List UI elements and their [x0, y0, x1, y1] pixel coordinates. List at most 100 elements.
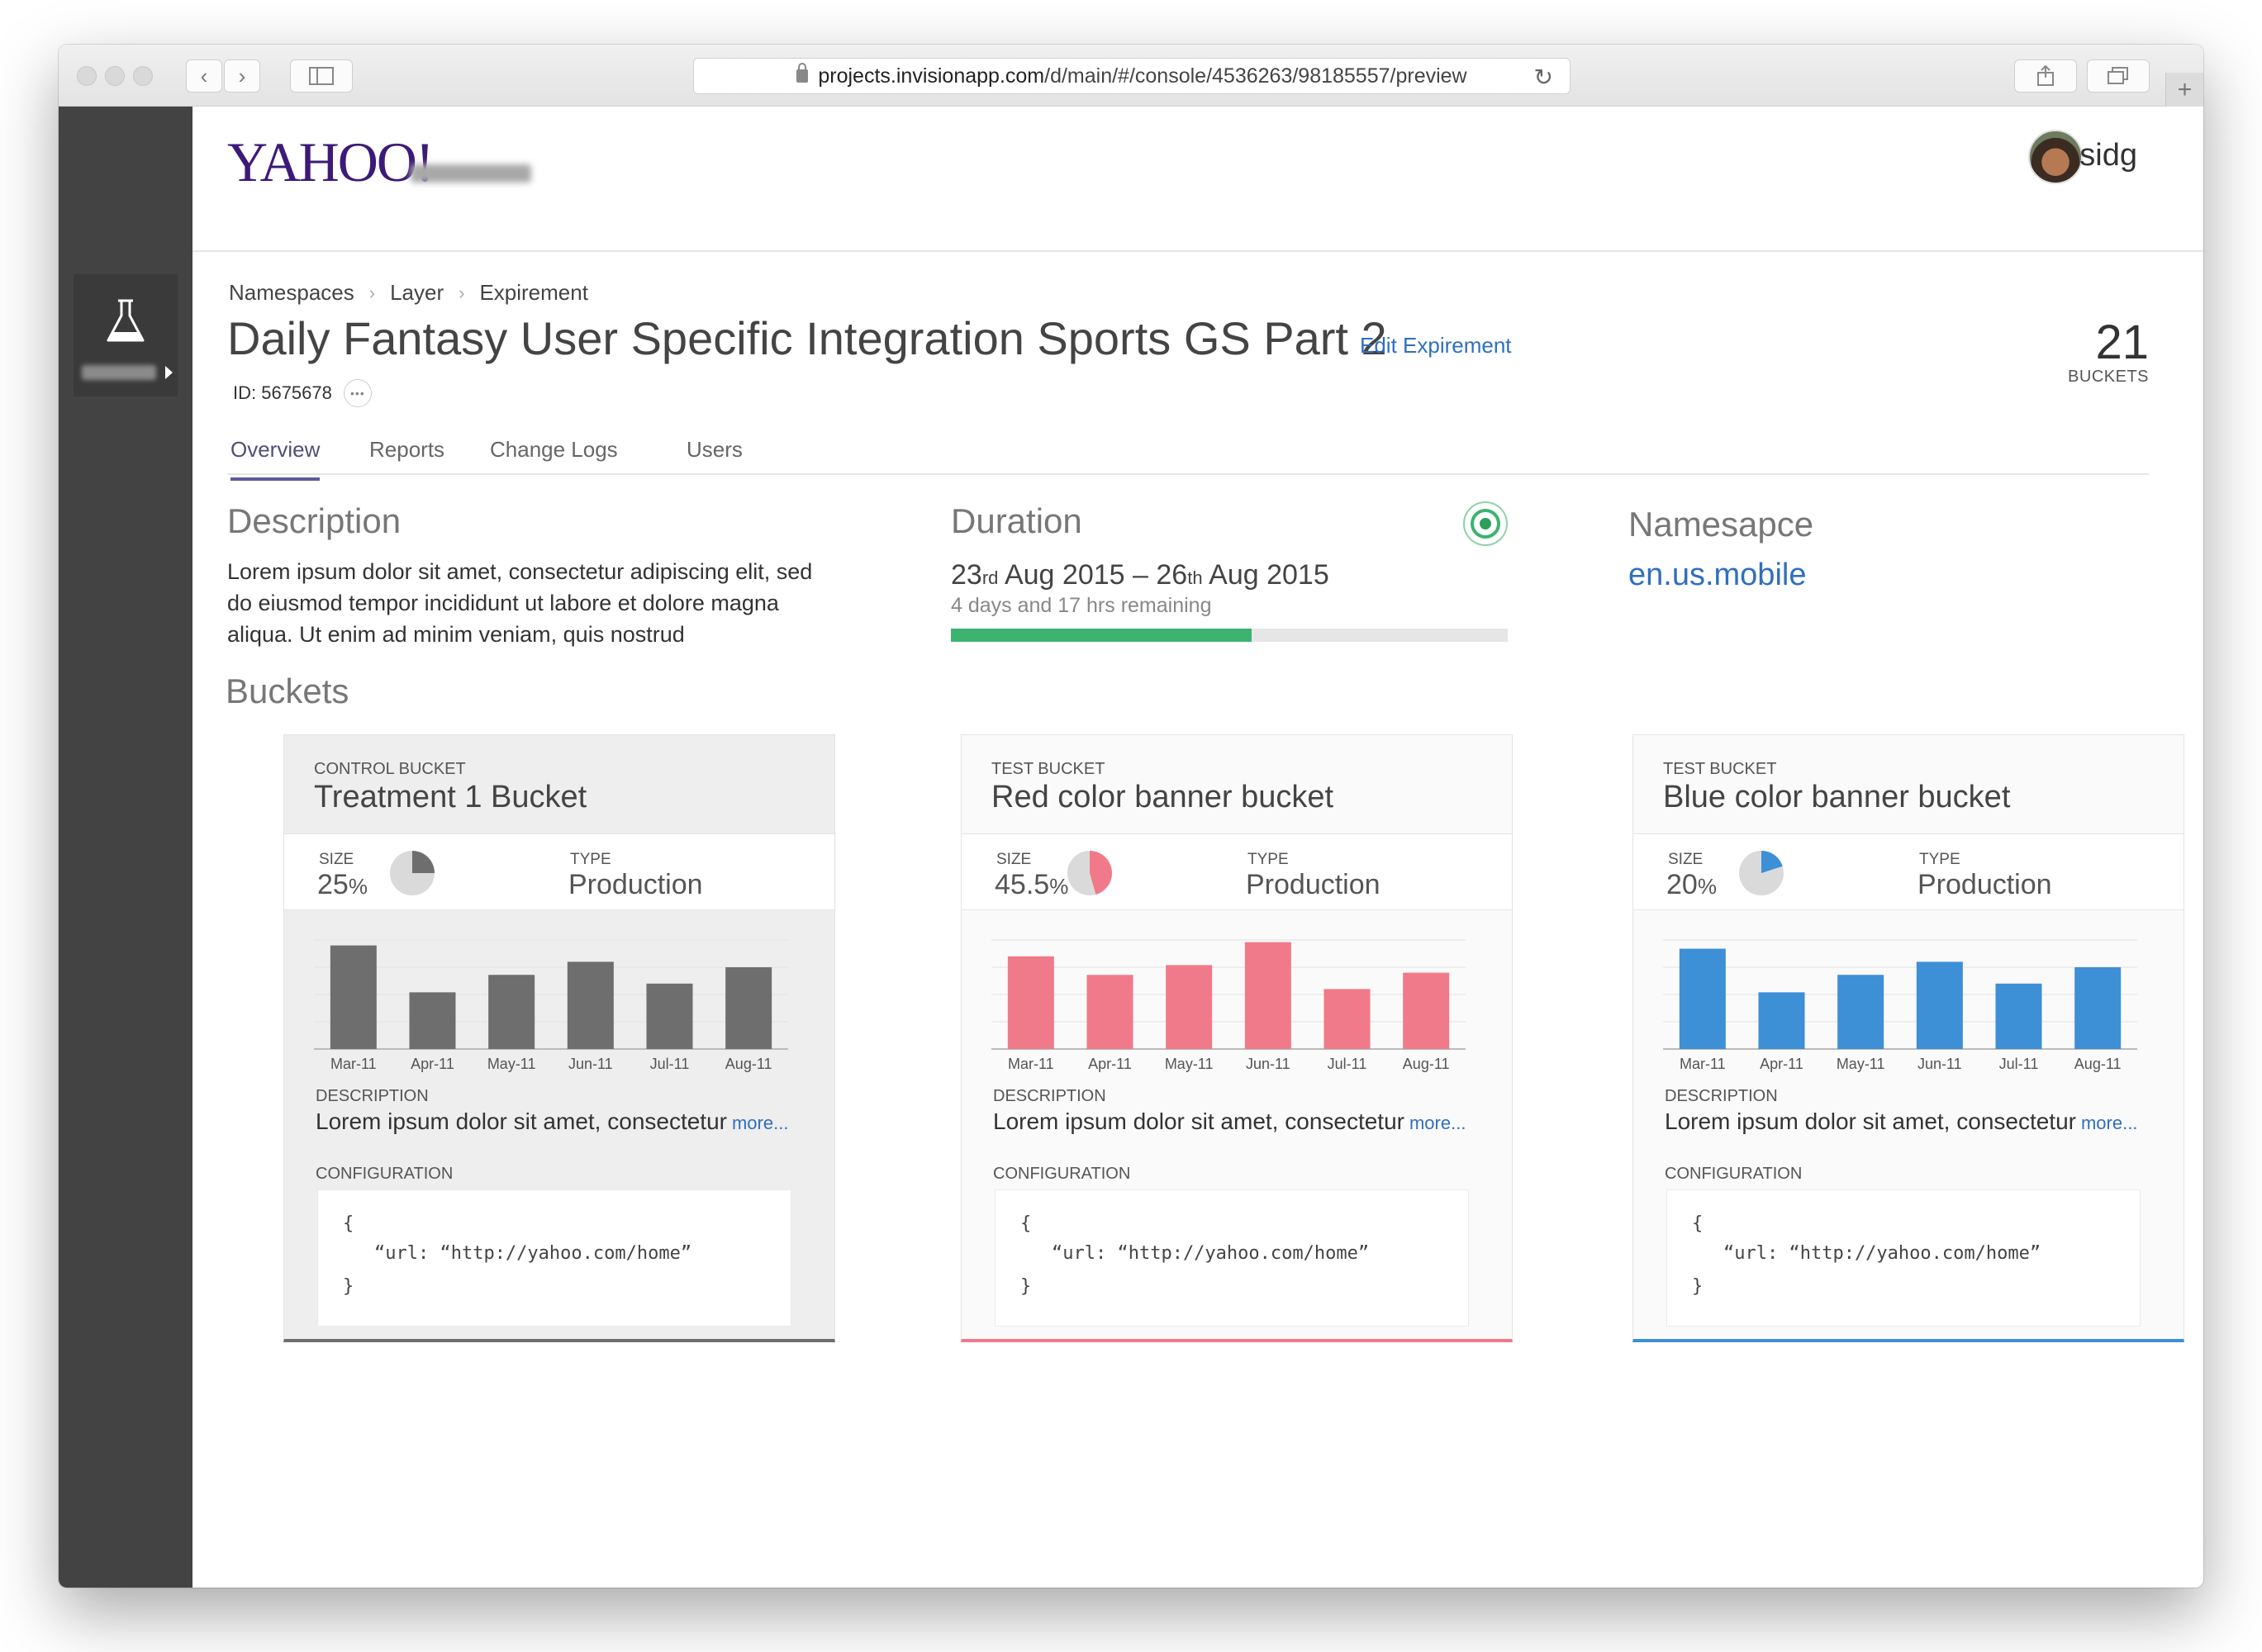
bucket-name: Treatment 1 Bucket: [314, 780, 587, 814]
chart-bar: [1758, 992, 1805, 1049]
yahoo-logo[interactable]: YAHOO!: [227, 130, 435, 195]
config-url-line: “url: “http://yahoo.com/home”: [374, 1243, 692, 1264]
size-unit: %: [1049, 874, 1069, 899]
chart-tick-label: Jun-11: [1246, 1056, 1290, 1072]
bucket-meta: SIZE 20% TYPE Production: [1633, 834, 2184, 910]
end-suffix: th: [1187, 567, 1203, 588]
size-unit: %: [348, 874, 368, 899]
configuration-box[interactable]: { “url: “http://yahoo.com/home” }: [1666, 1189, 2141, 1327]
configuration-box[interactable]: { “url: “http://yahoo.com/home” }: [995, 1189, 1469, 1327]
url-host: projects.invisionapp.com: [818, 64, 1045, 88]
chart-bar: [1323, 989, 1371, 1049]
bucket-description-text: Lorem ipsum dolor sit amet, consectetur: [316, 1108, 727, 1134]
zoom-window-icon[interactable]: [133, 66, 153, 86]
chart-bar: [1403, 972, 1450, 1049]
type-label: TYPE: [1919, 851, 1960, 868]
chart-bar: [567, 961, 614, 1049]
breadcrumb-experiment: Expirement: [479, 280, 588, 305]
chevron-right-icon: ›: [238, 63, 246, 88]
close-window-icon[interactable]: [77, 66, 97, 86]
chart-tick-label: Jul-11: [1328, 1056, 1367, 1072]
bucket-card-header: TEST BUCKET Red color banner bucket: [962, 735, 1512, 834]
breadcrumb-layer[interactable]: Layer: [390, 280, 444, 306]
tab-overview[interactable]: Overview: [230, 437, 321, 481]
tab-users[interactable]: Users: [687, 437, 743, 477]
size-label: SIZE: [319, 851, 354, 868]
chart-bar: [646, 983, 693, 1049]
new-tab-button[interactable]: +: [2165, 73, 2203, 107]
namespace-link[interactable]: en.us.mobile: [1628, 558, 1806, 593]
duration-heading: Duration: [951, 501, 1082, 540]
chart-tick-label: Jul-11: [1999, 1056, 2039, 1072]
chart-bar: [1995, 983, 2042, 1049]
buckets-heading: Buckets: [226, 672, 349, 710]
size-value: 45.5%: [995, 869, 1068, 901]
type-value: Production: [1917, 869, 2052, 900]
avatar[interactable]: [2028, 130, 2083, 184]
bucket-name: Blue color banner bucket: [1663, 780, 2011, 814]
bucket-name: Red color banner bucket: [991, 780, 1334, 814]
duration-progress: [951, 629, 1508, 642]
reload-icon[interactable]: ↻: [1534, 64, 1553, 91]
tabs-overview-button[interactable]: [2087, 59, 2150, 93]
browser-toolbar: ‹ › projects.invisionapp.com/d/main/#/co…: [59, 45, 2203, 107]
tab-bar: Overview Reports Change Logs Users: [227, 422, 2149, 481]
share-button[interactable]: [2014, 59, 2077, 93]
bucket-card[interactable]: TEST BUCKET Red color banner bucket SIZE…: [961, 734, 1513, 1342]
chart-tick-label: Aug-11: [725, 1056, 772, 1072]
forward-button[interactable]: ›: [224, 59, 260, 93]
bucket-description: Lorem ipsum dolor sit amet, consectetur m…: [1665, 1108, 2137, 1135]
chart-bar: [1837, 975, 1884, 1049]
chart-bar: [1916, 961, 1963, 1049]
size-label: SIZE: [996, 851, 1032, 868]
size-value: 25%: [317, 869, 368, 901]
plus-icon: +: [2177, 75, 2193, 103]
chevron-right-icon: ›: [459, 282, 465, 303]
more-link[interactable]: more...: [732, 1113, 788, 1133]
sidebar-item-experiments[interactable]: [74, 274, 178, 396]
breadcrumb: Namespaces › Layer › Expirement: [229, 280, 588, 306]
logo-subtitle: [411, 164, 531, 183]
bucket-count-label: BUCKETS: [2068, 368, 2149, 386]
bucket-kind: TEST BUCKET: [1663, 760, 1777, 778]
address-bar[interactable]: projects.invisionapp.com/d/main/#/consol…: [693, 58, 1571, 94]
chart-tick-label: Jun-11: [1917, 1056, 1962, 1072]
config-url-line: “url: “http://yahoo.com/home”: [1723, 1243, 2041, 1264]
configuration-box[interactable]: { “url: “http://yahoo.com/home” }: [317, 1189, 791, 1327]
tab-change-logs[interactable]: Change Logs: [490, 437, 618, 477]
size-number: 20: [1666, 869, 1698, 900]
breadcrumb-namespaces[interactable]: Namespaces: [229, 280, 354, 306]
bucket-card[interactable]: CONTROL BUCKET Treatment 1 Bucket SIZE 2…: [283, 734, 835, 1342]
chart-bar: [1007, 956, 1054, 1049]
size-value: 20%: [1666, 869, 1717, 901]
more-link[interactable]: more...: [2081, 1113, 2137, 1133]
flask-icon: [107, 299, 145, 342]
bucket-description-label: DESCRIPTION: [993, 1087, 1106, 1105]
bucket-description-label: DESCRIPTION: [316, 1087, 429, 1105]
bucket-description-text: Lorem ipsum dolor sit amet, consectetur: [993, 1108, 1404, 1134]
duration-dates: 23rd Aug 2015 – 26th Aug 2015: [951, 559, 1329, 591]
app-header: YAHOO! sidg: [192, 107, 2203, 252]
back-button[interactable]: ‹: [186, 59, 222, 93]
sidebar-toggle-button[interactable]: [290, 59, 353, 93]
chart-bar: [725, 967, 772, 1049]
bucket-card[interactable]: TEST BUCKET Blue color banner bucket SIZ…: [1632, 734, 2184, 1342]
more-options-icon[interactable]: •••: [343, 379, 372, 407]
chart-bar: [330, 945, 377, 1049]
edit-experiment-link[interactable]: Edit Expirement: [1360, 333, 1512, 358]
username[interactable]: sidg: [2079, 138, 2137, 173]
config-close-brace: }: [1020, 1276, 1032, 1297]
chart-bar: [1086, 975, 1133, 1049]
chart-tick-label: May-11: [1837, 1056, 1885, 1072]
more-link[interactable]: more...: [1409, 1113, 1466, 1133]
chart-tick-label: Apr-11: [411, 1056, 454, 1072]
bucket-card-header: TEST BUCKET Blue color banner bucket: [1633, 735, 2184, 834]
start-day: 23: [951, 559, 982, 591]
chart-tick-label: Apr-11: [1088, 1056, 1132, 1072]
browser-window: ‹ › projects.invisionapp.com/d/main/#/co…: [59, 45, 2203, 1588]
bucket-description-label: DESCRIPTION: [1665, 1087, 1778, 1105]
bucket-description-text: Lorem ipsum dolor sit amet, consectetur: [1665, 1108, 2076, 1134]
minimize-window-icon[interactable]: [105, 66, 125, 86]
tab-reports[interactable]: Reports: [369, 437, 444, 477]
chart-tick-label: Mar-11: [1680, 1056, 1726, 1072]
